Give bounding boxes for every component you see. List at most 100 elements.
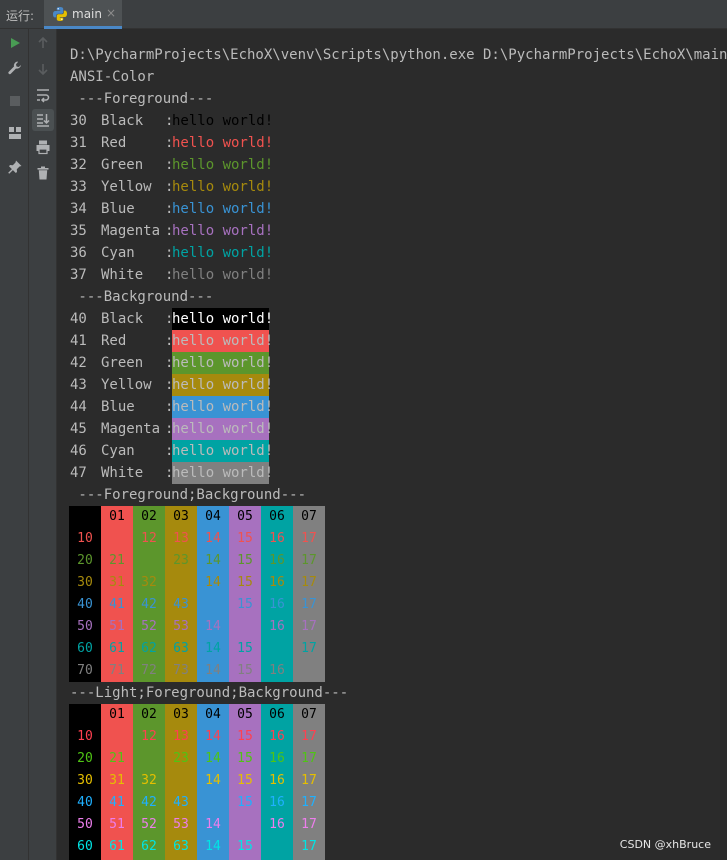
color-name: White	[101, 465, 144, 481]
close-icon[interactable]: ×	[106, 6, 116, 20]
color-name: Magenta	[101, 223, 161, 239]
watermark: CSDN @xhBruce	[619, 838, 711, 851]
pin-icon[interactable]	[4, 156, 26, 178]
scroll-to-end-icon[interactable]	[32, 109, 54, 131]
grid-cell: 15	[237, 773, 253, 788]
grid-cell: 16	[269, 773, 285, 788]
color-code: 33	[70, 179, 87, 195]
color-code: 37	[70, 267, 87, 283]
command-line: D:\PycharmProjects\EchoX\venv\Scripts\py…	[70, 47, 727, 63]
trash-icon[interactable]	[32, 162, 54, 184]
color-name: Red	[101, 333, 127, 349]
grid-cell	[165, 770, 197, 792]
soft-wrap-icon[interactable]	[32, 84, 54, 106]
color-row-fg: 33 Yellow: hello world!	[58, 176, 458, 198]
grid-cell: 15	[237, 641, 253, 656]
grid-cell: 17	[301, 553, 317, 568]
grid-cell: 14	[205, 751, 221, 766]
grid-column: 02123242526272	[133, 704, 165, 860]
arrow-down-icon[interactable]	[32, 58, 54, 80]
arrow-up-icon[interactable]	[32, 32, 54, 54]
color-name: White	[101, 267, 144, 283]
grid-cell: 15	[237, 575, 253, 590]
grid-cell: 51	[109, 817, 125, 832]
grid-cell: 17	[301, 795, 317, 810]
grid-column: 02123242526272	[133, 506, 165, 682]
grid-cell: 43	[173, 795, 189, 810]
grid-cell	[197, 594, 229, 616]
run-tab-bar: 运行: main ×	[0, 0, 727, 29]
grid-cell: 63	[173, 641, 189, 656]
grid-column: 07 17 17 17 17 17 17	[293, 506, 325, 682]
grid-column: 03132343536373	[165, 704, 197, 860]
color-row-bg: 41 Red: hello world!	[58, 330, 458, 352]
grid-cell: 30	[77, 575, 93, 590]
color-name: Yellow	[101, 179, 152, 195]
background-header: ---Background---	[70, 289, 214, 305]
grid-header-cell: 04	[205, 509, 221, 524]
grid-column: 10203040506070	[69, 506, 101, 682]
layout-icon[interactable]	[4, 122, 26, 144]
grid-cell: 17	[301, 575, 317, 590]
grid-cell: 51	[109, 619, 125, 634]
grid-header-cell: 07	[301, 707, 317, 722]
grid-cell: 13	[173, 531, 189, 546]
color-name: Blue	[101, 399, 135, 415]
grid-cell: 43	[173, 597, 189, 612]
grid-cell: 17	[301, 839, 317, 854]
grid-cell: 14	[205, 531, 221, 546]
run-toolbar	[0, 29, 29, 860]
grid-column: 10203040506070	[69, 704, 101, 860]
print-icon[interactable]	[32, 136, 54, 158]
grid-cell: 16	[269, 663, 285, 678]
run-icon[interactable]	[4, 32, 26, 54]
light-fg-bg-header: ---Light;Foreground;Background---	[70, 685, 349, 701]
grid-column: 05151515151515	[229, 704, 261, 860]
grid-cell	[261, 836, 293, 858]
color-row-bg: 42 Green: hello world!	[58, 352, 458, 374]
color-row-fg: 37 White: hello world!	[58, 264, 458, 286]
grid-cell: 30	[77, 773, 93, 788]
sample-text: hello world!	[172, 157, 274, 173]
grid-cell	[229, 814, 261, 836]
grid-cell: 15	[237, 751, 253, 766]
grid-cell: 14	[205, 619, 221, 634]
sample-text: hello world!	[172, 267, 274, 283]
grid-header-cell: 02	[141, 707, 157, 722]
grid-cell: 42	[141, 597, 157, 612]
tab-main[interactable]: main ×	[44, 0, 122, 29]
color-row-fg: 36 Cyan: hello world!	[58, 242, 458, 264]
grid-cell: 15	[237, 663, 253, 678]
color-row-bg: 45 Magenta: hello world!	[58, 418, 458, 440]
color-row-bg: 44 Blue: hello world!	[58, 396, 458, 418]
grid-cell: 16	[269, 751, 285, 766]
grid-cell: 70	[77, 663, 93, 678]
grid-header-cell: 01	[109, 509, 125, 524]
sample-text: hello world!	[172, 179, 274, 195]
grid-cell: 31	[109, 575, 125, 590]
sample-text: hello world!	[172, 201, 274, 217]
sample-text: hello world!	[172, 396, 273, 418]
stop-icon[interactable]	[4, 90, 26, 112]
color-name: Magenta	[101, 421, 161, 437]
grid-cell: 16	[269, 817, 285, 832]
grid-cell: 14	[205, 773, 221, 788]
grid-cell: 41	[109, 795, 125, 810]
run-label: 运行:	[6, 9, 35, 23]
color-code: 36	[70, 245, 87, 261]
grid-cell: 16	[269, 553, 285, 568]
grid-cell: 15	[237, 795, 253, 810]
grid-cell: 23	[173, 751, 189, 766]
grid-cell: 17	[301, 597, 317, 612]
grid-header-cell: 05	[237, 509, 253, 524]
color-name: Black	[101, 113, 144, 129]
wrench-icon[interactable]	[4, 57, 26, 79]
color-row-fg: 35 Magenta: hello world!	[58, 220, 458, 242]
grid-cell: 52	[141, 619, 157, 634]
grid-cell: 17	[301, 531, 317, 546]
grid-cell: 63	[173, 839, 189, 854]
grid-cell	[101, 726, 133, 748]
color-code: 47	[70, 465, 87, 481]
console-output[interactable]: D:\PycharmProjects\EchoX\venv\Scripts\py…	[58, 29, 727, 860]
color-code: 42	[70, 355, 87, 371]
